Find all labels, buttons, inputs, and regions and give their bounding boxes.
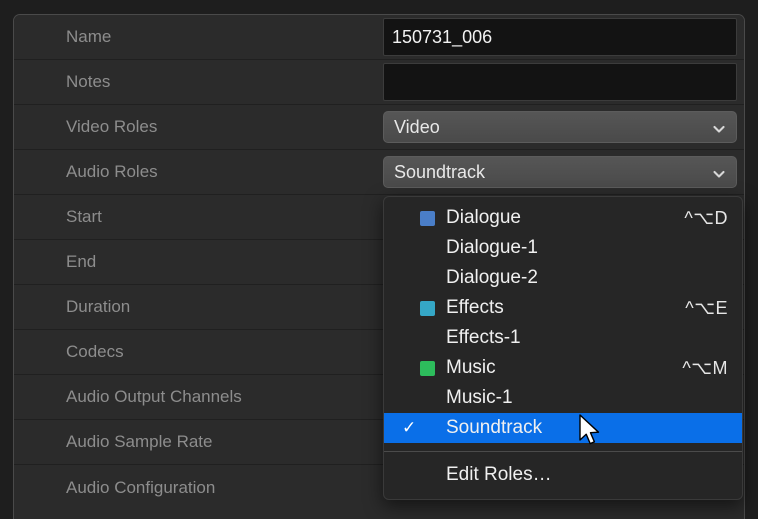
menu-item-soundtrack[interactable]: ✓ Soundtrack bbox=[384, 413, 742, 443]
swatch-placeholder bbox=[420, 241, 435, 256]
menu-item-label: Effects-1 bbox=[446, 327, 728, 349]
popup-button[interactable]: Video bbox=[383, 111, 737, 143]
property-row: Video Roles Video bbox=[14, 105, 744, 150]
menu-item-label: Effects bbox=[446, 297, 669, 319]
property-label: Audio Sample Rate bbox=[14, 432, 383, 452]
menu-item-label: Music bbox=[446, 357, 666, 379]
property-label: Audio Output Channels bbox=[14, 387, 383, 407]
chevron-down-icon bbox=[712, 120, 726, 134]
menu-item-label: Dialogue bbox=[446, 207, 668, 229]
swatch-placeholder bbox=[420, 421, 435, 436]
property-row: Notes bbox=[14, 60, 744, 105]
property-value-cell: Video bbox=[383, 105, 744, 149]
property-value-cell: 150731_006 bbox=[383, 15, 744, 59]
swatch-placeholder bbox=[420, 331, 435, 346]
menu-item-label: Music-1 bbox=[446, 387, 728, 409]
menu-item-dialogue-1[interactable]: Dialogue-1 bbox=[384, 233, 742, 263]
menu-item-dialogue[interactable]: Dialogue^⌥D bbox=[384, 203, 742, 233]
swatch-placeholder bbox=[420, 391, 435, 406]
role-color-swatch bbox=[420, 301, 435, 316]
property-label: Audio Configuration bbox=[14, 478, 383, 498]
menu-item-edit-roles[interactable]: Edit Roles… bbox=[384, 460, 742, 490]
text-field[interactable]: 150731_006 bbox=[383, 18, 737, 56]
menu-separator bbox=[384, 451, 742, 452]
property-label: Codecs bbox=[14, 342, 383, 362]
menu-item-shortcut: ^⌥E bbox=[669, 298, 728, 319]
property-value-cell bbox=[383, 60, 744, 104]
menu-item-label: Dialogue-1 bbox=[446, 237, 728, 259]
property-label: Name bbox=[14, 27, 383, 47]
property-label: Video Roles bbox=[14, 117, 383, 137]
popup-button[interactable]: Soundtrack bbox=[383, 156, 737, 188]
property-label: Start bbox=[14, 207, 383, 227]
role-color-swatch bbox=[420, 211, 435, 226]
audio-roles-dropdown-menu[interactable]: Dialogue^⌥DDialogue-1Dialogue-2Effects^⌥… bbox=[383, 196, 743, 500]
role-color-swatch bbox=[420, 361, 435, 376]
menu-item-label: Soundtrack bbox=[446, 417, 728, 439]
property-label: Duration bbox=[14, 297, 383, 317]
text-field[interactable] bbox=[383, 63, 737, 101]
menu-item-dialogue-2[interactable]: Dialogue-2 bbox=[384, 263, 742, 293]
menu-item-list: Dialogue^⌥DDialogue-1Dialogue-2Effects^⌥… bbox=[384, 203, 742, 443]
chevron-down-icon bbox=[712, 165, 726, 179]
swatch-placeholder bbox=[420, 468, 435, 483]
menu-item-shortcut: ^⌥D bbox=[668, 208, 728, 229]
property-label: Notes bbox=[14, 72, 383, 92]
swatch-placeholder bbox=[420, 271, 435, 286]
menu-item-music[interactable]: Music^⌥M bbox=[384, 353, 742, 383]
menu-item-effects-1[interactable]: Effects-1 bbox=[384, 323, 742, 353]
menu-item-music-1[interactable]: Music-1 bbox=[384, 383, 742, 413]
menu-item-shortcut: ^⌥M bbox=[666, 358, 728, 379]
menu-item-effects[interactable]: Effects^⌥E bbox=[384, 293, 742, 323]
property-label: Audio Roles bbox=[14, 162, 383, 182]
menu-item-label: Edit Roles… bbox=[446, 464, 728, 486]
property-row: Audio Roles Soundtrack bbox=[14, 150, 744, 195]
menu-item-label: Dialogue-2 bbox=[446, 267, 728, 289]
property-label: End bbox=[14, 252, 383, 272]
property-row: Name150731_006 bbox=[14, 15, 744, 60]
checkmark-icon: ✓ bbox=[400, 418, 420, 438]
popup-button-label: Soundtrack bbox=[394, 162, 712, 183]
property-value-cell: Soundtrack bbox=[383, 150, 744, 194]
popup-button-label: Video bbox=[394, 117, 712, 138]
